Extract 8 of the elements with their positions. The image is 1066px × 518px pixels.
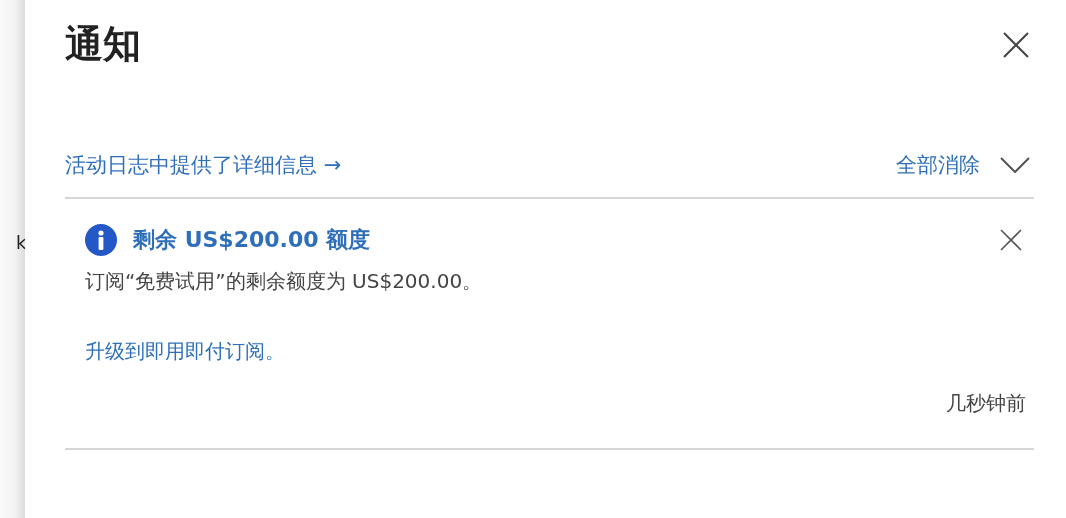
notification-title: 剩余 US$200.00 额度 bbox=[133, 226, 371, 255]
notification-message: 订阅“免费试用”的剩余额度为 US$200.00。 bbox=[85, 268, 484, 296]
activity-log-link[interactable]: 活动日志中提供了详细信息 → bbox=[65, 149, 342, 182]
panel-title: 通知 bbox=[65, 22, 141, 68]
info-icon bbox=[85, 223, 117, 256]
dismiss-all-link[interactable]: 全部消除 bbox=[896, 149, 980, 182]
timestamp: 几秒钟前 bbox=[946, 391, 1026, 416]
upgrade-link[interactable]: 升级到即用即付订阅。 bbox=[85, 339, 285, 364]
